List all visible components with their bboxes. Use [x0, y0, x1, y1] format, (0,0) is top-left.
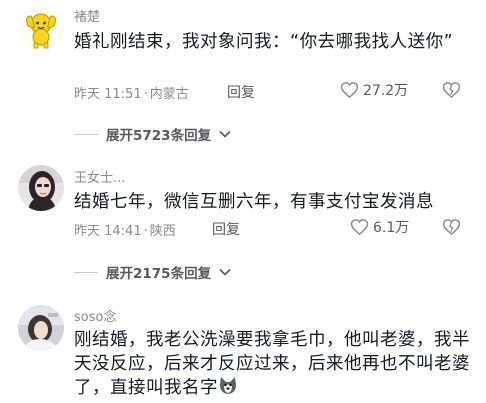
expand-replies-label[interactable]: 展开2175条回复: [106, 262, 211, 282]
woman-photo-avatar-icon: [18, 165, 64, 211]
comment-text: 婚礼刚结束，我对象问我：“你去哪我找人送你”: [74, 32, 454, 52]
chevron-down-icon: [219, 130, 231, 138]
expand-divider: [74, 271, 98, 273]
husky-emoji-icon: [218, 376, 238, 403]
comment-item: soso念 刚结婚，我老公洗澡要我拿毛巾，他叫老婆，我半天没反应，后来才反应过来…: [0, 290, 486, 402]
avatar[interactable]: [18, 165, 64, 211]
dislike-button[interactable]: [442, 218, 461, 240]
comment-text: 刚结婚，我老公洗澡要我拿毛巾，他叫老婆，我半天没反应，后来才反应过来，后来他再也…: [74, 328, 474, 403]
meta-separator: ·: [143, 87, 148, 102]
like-button[interactable]: 6.1万: [350, 217, 409, 237]
comment-time: 昨天 11:51: [74, 87, 142, 102]
chevron-down-icon: [219, 268, 231, 276]
comment-text: 结婚七年，微信互删六年，有事支付宝发消息: [74, 192, 434, 212]
broken-heart-icon: [442, 219, 461, 236]
comment-item: 褚楚 婚礼刚结束，我对象问我：“你去哪我找人送你” 昨天 11:51 · 内蒙古 回…: [0, 0, 486, 150]
comment-username[interactable]: soso念: [74, 306, 116, 325]
comment-item: 王女士... 结婚七年，微信互删六年，有事支付宝发消息 昨天 14:41 · 陕西 …: [0, 150, 486, 290]
comment-time: 昨天 14:41: [74, 224, 142, 239]
comment-meta: 昨天 11:51 · 内蒙古: [74, 83, 189, 102]
comment-meta: 昨天 14:41 · 陕西: [74, 220, 176, 239]
avatar[interactable]: [18, 4, 64, 50]
comment-location: 内蒙古: [149, 87, 189, 102]
comment-location: 陕西: [149, 224, 176, 239]
comment-username[interactable]: 王女士...: [74, 167, 125, 186]
expand-replies[interactable]: 展开5723条回复: [74, 124, 231, 144]
yellow-cartoon-avatar-icon: [18, 4, 64, 50]
reply-button[interactable]: 回复: [227, 82, 255, 102]
dislike-button[interactable]: [442, 81, 461, 103]
meta-separator: ·: [143, 224, 148, 239]
comment-text-content: 刚结婚，我老公洗澡要我拿毛巾，他叫老婆，我半天没反应，后来才反应过来，后来他再也…: [74, 330, 470, 398]
avatar[interactable]: [18, 305, 64, 351]
like-button[interactable]: 27.2万: [340, 80, 408, 100]
heart-icon: [350, 219, 369, 236]
girl-photo-avatar-icon: [18, 305, 64, 351]
heart-icon: [340, 82, 359, 99]
like-count: 6.1万: [373, 220, 410, 236]
like-count: 27.2万: [363, 83, 409, 99]
reply-button[interactable]: 回复: [212, 219, 240, 239]
comment-username[interactable]: 褚楚: [74, 6, 100, 25]
broken-heart-icon: [442, 82, 461, 99]
expand-divider: [74, 133, 98, 135]
expand-replies[interactable]: 展开2175条回复: [74, 262, 231, 282]
expand-replies-label[interactable]: 展开5723条回复: [106, 124, 211, 144]
